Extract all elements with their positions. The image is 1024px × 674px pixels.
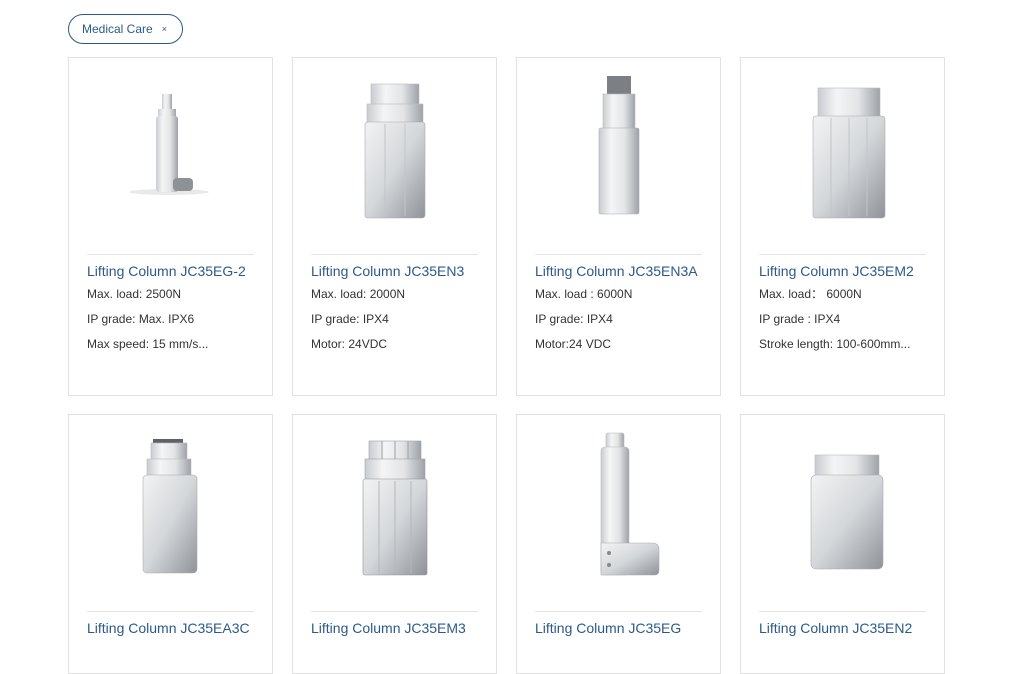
product-image bbox=[810, 454, 884, 570]
product-spec: Motor: 24VDC bbox=[311, 337, 388, 351]
product-title[interactable]: Lifting Column JC35EA3C bbox=[87, 620, 260, 637]
divider bbox=[535, 611, 702, 612]
product-image bbox=[598, 76, 640, 215]
product-title[interactable]: Lifting Column JC35EG-2 bbox=[87, 263, 260, 280]
product-title[interactable]: Lifting Column JC35EM3 bbox=[311, 620, 484, 637]
filter-tag-medical-care[interactable]: Medical Care × bbox=[68, 14, 183, 44]
product-spec: IP grade: IPX4 bbox=[311, 312, 389, 326]
product-card[interactable]: Lifting Column JC35EN3 Max. load: 2000N … bbox=[292, 57, 497, 396]
product-spec: Max. load: 2000N bbox=[311, 287, 406, 301]
product-spec: Max. load: 2500N bbox=[87, 287, 182, 301]
product-card[interactable]: Lifting Column JC35EM2 Max. load： 6000N … bbox=[740, 57, 945, 396]
product-spec: Max speed: 15 mm/s... bbox=[87, 337, 209, 351]
product-card[interactable]: Lifting Column JC35EM3 bbox=[292, 414, 497, 674]
divider bbox=[87, 611, 254, 612]
divider bbox=[759, 254, 926, 255]
divider bbox=[87, 254, 254, 255]
product-card[interactable]: Lifting Column JC35EG-2 Max. load: 2500N… bbox=[68, 57, 273, 396]
product-card[interactable]: Lifting Column JC35EG bbox=[516, 414, 721, 674]
product-spec: Max. load： 6000N bbox=[759, 287, 862, 301]
product-spec: Stroke length: 100-600mm... bbox=[759, 337, 911, 351]
product-card[interactable]: Lifting Column JC35EN2 bbox=[740, 414, 945, 674]
product-spec: IP grade: Max. IPX6 bbox=[87, 312, 195, 326]
product-title[interactable]: Lifting Column JC35EN3A bbox=[535, 263, 708, 280]
close-icon[interactable]: × bbox=[162, 24, 167, 34]
product-image bbox=[142, 439, 198, 574]
product-image bbox=[129, 94, 209, 195]
product-image bbox=[362, 440, 428, 576]
divider bbox=[535, 254, 702, 255]
product-title[interactable]: Lifting Column JC35EG bbox=[535, 620, 708, 637]
product-title[interactable]: Lifting Column JC35EN2 bbox=[759, 620, 932, 637]
product-card[interactable]: Lifting Column JC35EA3C bbox=[68, 414, 273, 674]
product-card[interactable]: Lifting Column JC35EN3A Max. load : 6000… bbox=[516, 57, 721, 396]
product-title[interactable]: Lifting Column JC35EN3 bbox=[311, 263, 484, 280]
product-title[interactable]: Lifting Column JC35EM2 bbox=[759, 263, 932, 280]
product-spec: Motor:24 VDC bbox=[535, 337, 612, 351]
product-spec: IP grade: IPX4 bbox=[535, 312, 613, 326]
product-spec: IP grade : IPX4 bbox=[759, 312, 841, 326]
product-image bbox=[812, 87, 886, 219]
product-image bbox=[364, 83, 426, 219]
divider bbox=[311, 254, 478, 255]
filter-tag-label: Medical Care bbox=[82, 22, 153, 36]
divider bbox=[759, 611, 926, 612]
divider bbox=[311, 611, 478, 612]
product-image bbox=[600, 432, 660, 576]
product-spec: Max. load : 6000N bbox=[535, 287, 633, 301]
